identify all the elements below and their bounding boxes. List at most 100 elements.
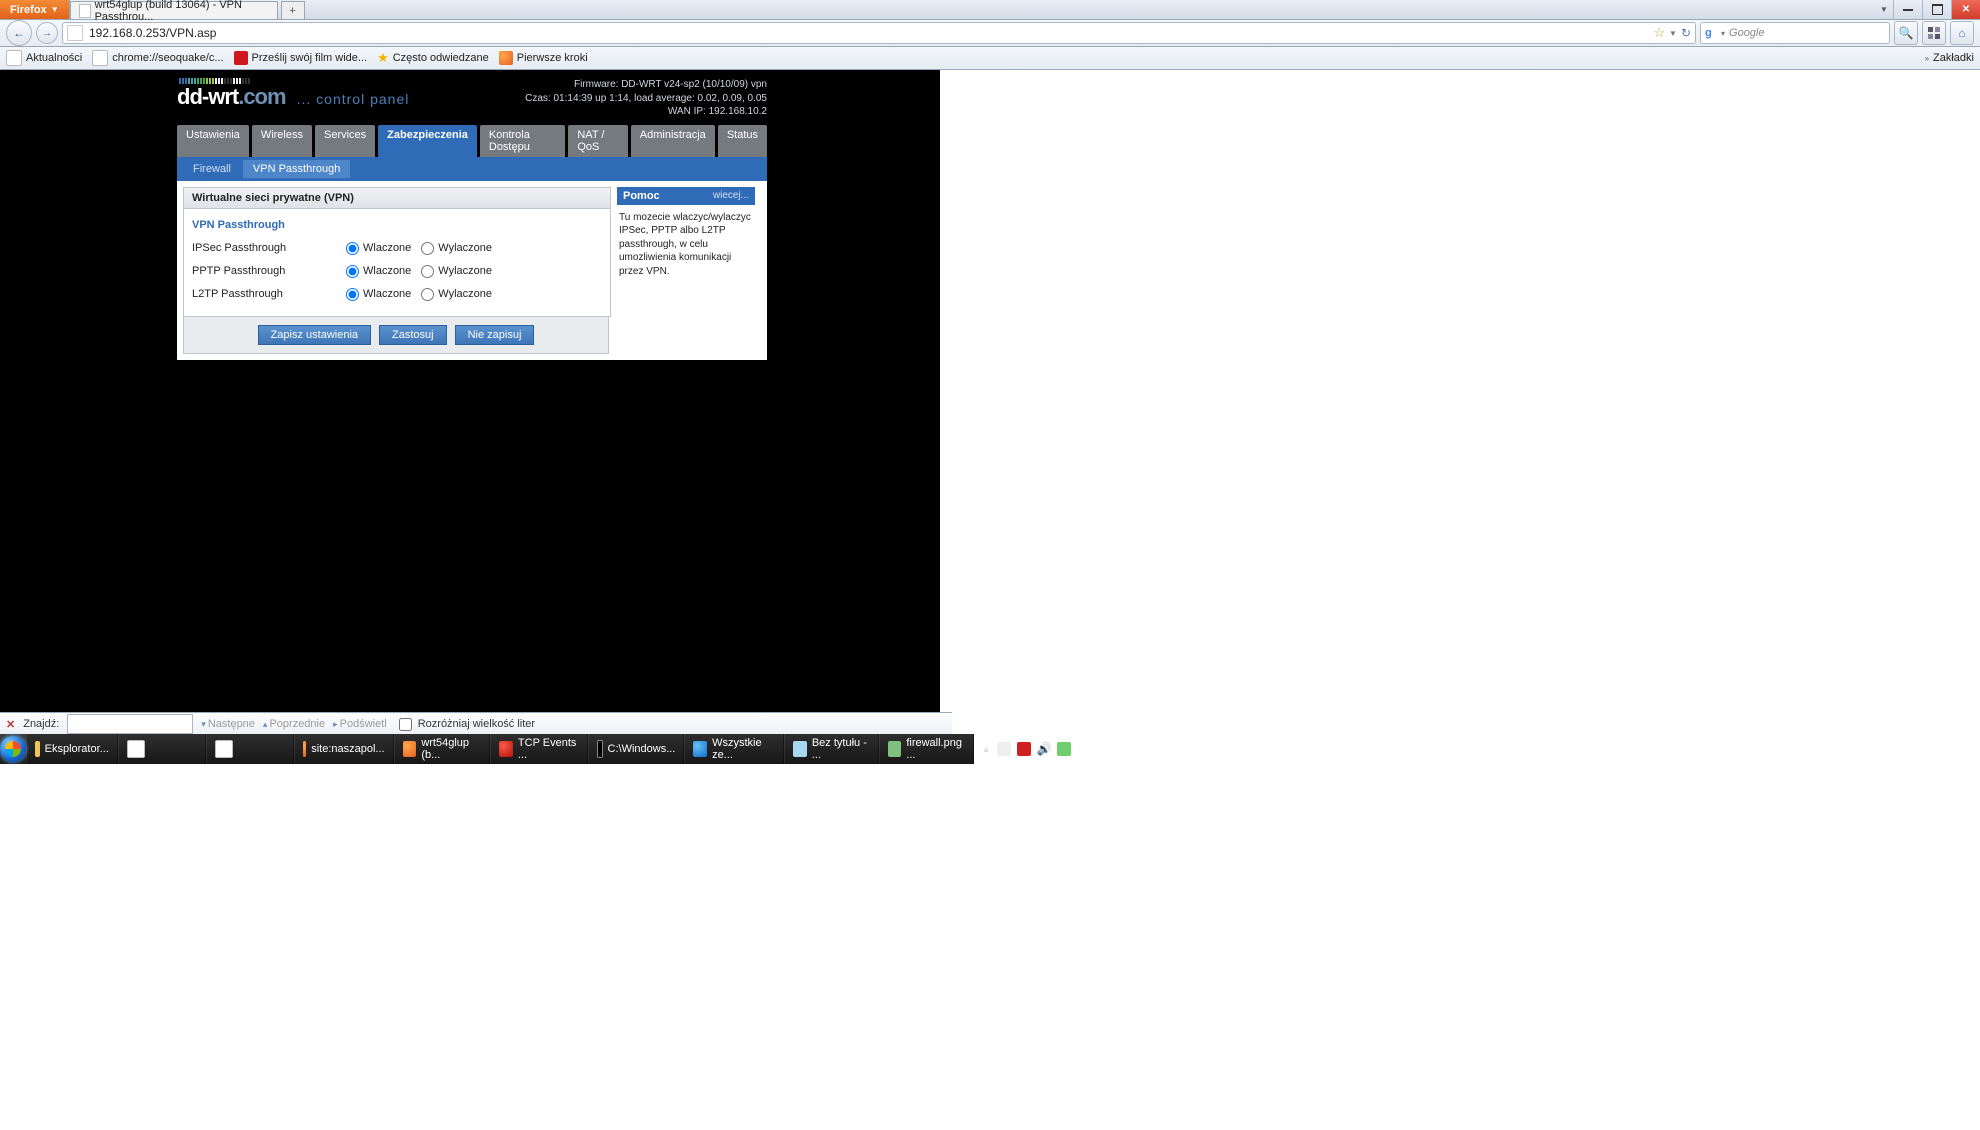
logo-com: .com	[238, 84, 285, 109]
main-tab-status[interactable]: Status	[718, 125, 767, 157]
findbar-prev-button[interactable]: ▴Poprzednie	[263, 718, 325, 730]
taskbar-item[interactable]: site:naszapol...	[294, 734, 394, 764]
bookmark-item[interactable]: chrome://seoquake/c...	[92, 50, 223, 66]
taskbar-item[interactable]: TCP Events ...	[490, 734, 587, 764]
search-field[interactable]: g▾ Google	[1700, 22, 1890, 44]
matchcase-label: Rozróżniaj wielkość liter	[418, 718, 535, 730]
main-tab-kontrola-dost-pu[interactable]: Kontrola Dostępu	[480, 125, 565, 157]
volume-tray-icon[interactable]: 🔊	[1037, 742, 1052, 756]
findbar-input[interactable]	[67, 714, 193, 734]
findbar-matchcase[interactable]: Rozróżniaj wielkość liter	[395, 715, 535, 734]
main-tab-zabezpieczenia[interactable]: Zabezpieczenia	[378, 125, 477, 157]
firefox-menu-label: Firefox	[10, 4, 47, 16]
router-header: dd-wrt.com ... control panel Firmware: D…	[177, 78, 767, 119]
dashboard-button[interactable]	[1922, 21, 1946, 45]
spacer	[305, 0, 1875, 19]
main-tabs: UstawieniaWirelessServicesZabezpieczenia…	[177, 125, 767, 157]
save-button[interactable]: Zapisz ustawienia	[258, 325, 371, 345]
bookmark-star-icon[interactable]: ☆	[1653, 25, 1665, 41]
router-panel: dd-wrt.com ... control panel Firmware: D…	[177, 70, 767, 360]
taskbar-item-label: firewall.png ...	[906, 737, 964, 761]
search-go-button[interactable]: 🔍	[1894, 21, 1918, 45]
findbar-label: Znajdź:	[23, 718, 59, 730]
control-panel-label: ... control panel	[297, 91, 410, 107]
uptime-line: Czas: 01:14:39 up 1:14, load average: 0.…	[525, 92, 767, 106]
panel-inner: VPN Passthrough IPSec PassthroughWlaczon…	[184, 209, 610, 316]
browser-tab[interactable]: wrt54glup (build 13064) - VPN Passthrou.…	[70, 1, 278, 19]
taskbar-item-label: wrt54glup (b...	[421, 737, 481, 761]
main-tab-nat-qos[interactable]: NAT / QoS	[568, 125, 627, 157]
taskbar-item[interactable]	[206, 734, 294, 764]
bookmark-item[interactable]: Pierwsze kroki	[499, 51, 588, 65]
radio-disable[interactable]: Wylaczone	[421, 288, 492, 301]
findbar-close-button[interactable]: ✕	[6, 718, 15, 731]
bookmark-item[interactable]: Prześlij swój film wide...	[234, 51, 368, 65]
help-title: Pomoc	[623, 190, 660, 202]
bookmarks-menu-button[interactable]: »Zakładki	[1925, 52, 1974, 64]
google-icon: g	[1705, 27, 1717, 39]
new-tab-button[interactable]: +	[281, 1, 305, 19]
findbar-next-button[interactable]: ▾Następne	[201, 718, 255, 730]
tray-overflow-button[interactable]: ▲	[982, 744, 991, 754]
page-icon	[6, 50, 22, 66]
network-tray-icon[interactable]	[997, 742, 1011, 756]
taskbar-item[interactable]: Bez tytułu - ...	[784, 734, 878, 764]
matchcase-checkbox[interactable]	[399, 718, 412, 731]
main-tab-ustawienia[interactable]: Ustawienia	[177, 125, 249, 157]
firefox-menu-button[interactable]: Firefox ▼	[0, 0, 70, 19]
firefox-icon	[499, 51, 513, 65]
apply-button[interactable]: Zastosuj	[379, 325, 447, 345]
tab-overflow-dropdown[interactable]: ▼	[1875, 0, 1893, 19]
radio-disable-input[interactable]	[421, 265, 434, 278]
start-button[interactable]	[0, 734, 26, 764]
radio-enable-label: Wlaczone	[363, 242, 411, 254]
taskbar-item-label: Wszystkie ze...	[712, 737, 775, 761]
window-close-button[interactable]: ✕	[1951, 0, 1980, 19]
radio-disable-input[interactable]	[421, 242, 434, 255]
radio-enable-input[interactable]	[346, 242, 359, 255]
window-maximize-button[interactable]	[1922, 0, 1951, 19]
antivirus-tray-icon[interactable]	[1017, 742, 1031, 756]
main-tab-administracja[interactable]: Administracja	[631, 125, 715, 157]
radio-enable[interactable]: Wlaczone	[346, 265, 411, 278]
radio-disable-input[interactable]	[421, 288, 434, 301]
sub-tab-vpn-passthrough[interactable]: VPN Passthrough	[243, 160, 350, 178]
device-tray-icon[interactable]	[1057, 742, 1071, 756]
radio-enable[interactable]: Wlaczone	[346, 242, 411, 255]
url-field[interactable]: ☆ ▼ ↻	[62, 22, 1696, 44]
sub-tab-firewall[interactable]: Firewall	[183, 160, 241, 178]
bookmark-item[interactable]: ★Często odwiedzane	[377, 50, 489, 66]
history-dropdown-icon[interactable]: ▼	[1669, 29, 1677, 38]
taskbar-item[interactable]: wrt54glup (b...	[394, 734, 491, 764]
main-tab-wireless[interactable]: Wireless	[252, 125, 312, 157]
radio-enable-input[interactable]	[346, 265, 359, 278]
taskbar-item-label: Bez tytułu - ...	[812, 737, 870, 761]
img-icon	[888, 741, 902, 757]
radio-enable[interactable]: Wlaczone	[346, 288, 411, 301]
radio-disable[interactable]: Wylaczone	[421, 265, 492, 278]
url-input[interactable]	[87, 25, 1649, 41]
chevron-down-icon: ▼	[51, 5, 59, 14]
taskbar-item[interactable]: Wszystkie ze...	[684, 734, 784, 764]
radio-disable[interactable]: Wylaczone	[421, 242, 492, 255]
taskbar-item[interactable]: C:\Windows...	[588, 734, 685, 764]
site-identity-icon[interactable]	[67, 25, 83, 41]
window-minimize-button[interactable]	[1893, 0, 1922, 19]
taskbar-clock[interactable]: 14:42	[1077, 743, 1113, 755]
cancel-button[interactable]: Nie zapisuj	[455, 325, 535, 345]
back-button[interactable]: ←	[6, 20, 32, 46]
reload-icon[interactable]: ↻	[1681, 26, 1691, 40]
taskbar-item[interactable]	[118, 734, 206, 764]
cmd-icon	[597, 740, 603, 758]
help-more-link[interactable]: wiecej...	[713, 190, 749, 202]
taskbar-item[interactable]: firewall.png ...	[879, 734, 974, 764]
page-icon	[92, 50, 108, 66]
forward-button[interactable]: →	[36, 22, 58, 44]
radio-enable-input[interactable]	[346, 288, 359, 301]
findbar-highlight-button[interactable]: ▸Podświetl	[333, 718, 387, 730]
taskbar-item[interactable]: Eksplorator...	[26, 734, 118, 764]
search-engine-dropdown-icon[interactable]: ▾	[1721, 29, 1725, 38]
bookmark-item[interactable]: Aktualności	[6, 50, 82, 66]
home-button[interactable]: ⌂	[1950, 21, 1974, 45]
main-tab-services[interactable]: Services	[315, 125, 375, 157]
